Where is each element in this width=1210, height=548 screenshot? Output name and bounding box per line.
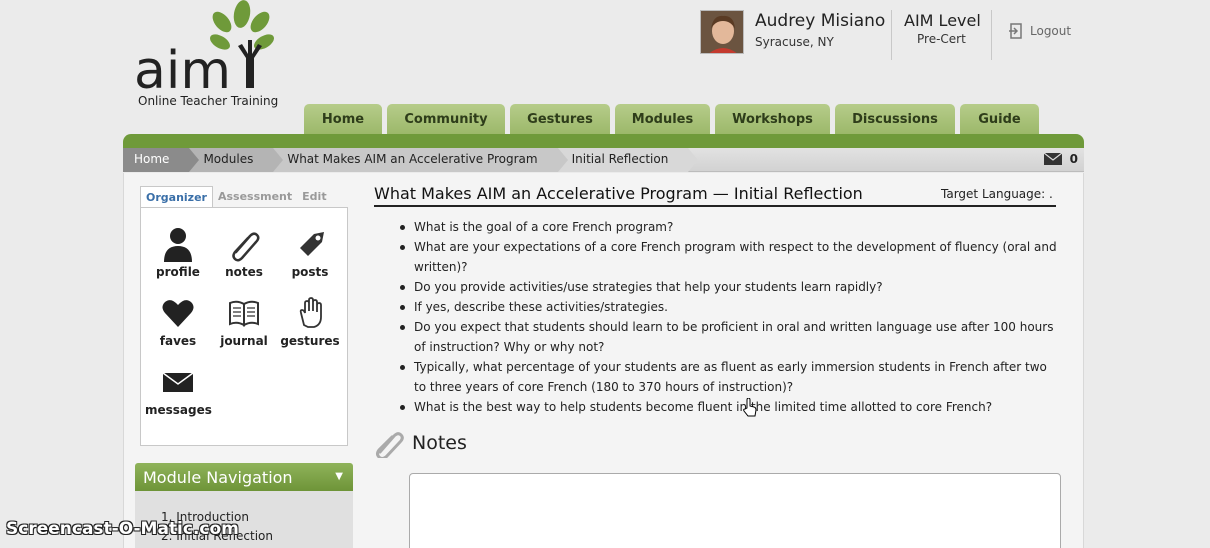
main-nav: Home Community Gestures Modules Workshop… [304,104,1039,134]
nav-tab-guide[interactable]: Guide [960,104,1039,134]
organizer-panel: Organizer Assessment Edit profile notes … [140,186,348,446]
module-navigation-header[interactable]: Module Navigation ▼ [135,463,353,491]
header-divider [891,10,892,60]
list-item: Do you expect that students should learn… [400,317,1059,357]
messages-indicator[interactable]: 0 [1043,152,1078,166]
tab-organizer[interactable]: Organizer [140,186,213,208]
message-count: 0 [1069,152,1078,166]
nav-tab-gestures[interactable]: Gestures [510,104,610,134]
logout-label: Logout [1030,24,1072,38]
organizer-box: profile notes posts faves journal gestur… [140,207,348,446]
paperclip-icon [376,432,404,458]
module-navigation-title: Module Navigation [143,468,293,487]
heart-icon [162,300,194,327]
collapse-arrow-icon[interactable]: ▼ [335,471,343,482]
nav-tab-discussions[interactable]: Discussions [835,104,955,134]
envelope-icon [1043,153,1062,165]
organizer-label: posts [291,265,329,279]
aim-level-value: Pre-Cert [917,32,966,46]
tab-assessment[interactable]: Assessment [213,186,297,208]
organizer-faves[interactable]: faves [145,295,211,348]
list-item: Do you provide activities/use strategies… [400,277,1059,297]
logout-button[interactable]: Logout [1008,23,1071,39]
hand-icon [299,297,322,328]
organizer-label: journal [220,334,268,348]
avatar[interactable] [700,10,744,54]
logout-icon [1009,23,1022,39]
nav-tab-workshops[interactable]: Workshops [715,104,830,134]
paperclip-icon [232,232,260,262]
profile-icon [164,228,192,262]
breadcrumb-separator [688,148,699,172]
organizer-profile[interactable]: profile [145,226,211,279]
title-divider [374,205,1056,207]
reflection-questions: What is the goal of a core French progra… [400,217,1059,417]
breadcrumb-label: Home [134,152,170,166]
target-language: Target Language: . [941,187,1053,201]
list-item: What is the goal of a core French progra… [400,217,1059,237]
aim-tree-logo-icon: aim [134,0,274,101]
user-location: Syracuse, NY [755,35,834,49]
user-photo-icon [701,11,743,53]
breadcrumb-current[interactable]: Initial Reflection [557,148,699,172]
envelope-icon [162,372,194,392]
logo-tagline: Online Teacher Training [138,94,279,108]
list-item: Typically, what percentage of your stude… [400,357,1059,397]
book-icon [229,300,259,327]
list-item: What is the best way to help students be… [400,397,1059,417]
organizer-label: gestures [280,334,340,348]
breadcrumb-separator [189,148,200,172]
notes-header: Notes [374,428,467,458]
aim-level-label: AIM Level [904,11,981,30]
hand-cursor-icon [743,398,757,417]
tab-edit[interactable]: Edit [297,186,331,208]
list-item: What are your expectations of a core Fre… [400,237,1059,277]
organizer-notes[interactable]: notes [211,226,277,279]
header-green-bar [123,134,1084,148]
organizer-messages[interactable]: messages [145,364,212,417]
breadcrumb-label: Modules [203,152,254,166]
notes-textarea[interactable] [409,473,1061,548]
svg-text:aim: aim [134,41,231,100]
organizer-label: notes [225,265,263,279]
page-title: What Makes AIM an Accelerative Program —… [374,184,863,203]
header-divider [991,10,992,60]
organizer-label: messages [145,403,212,417]
breadcrumb-label: What Makes AIM an Accelerative Program [287,152,538,166]
breadcrumb-separator [557,148,568,172]
breadcrumb-separator [273,148,284,172]
organizer-label: faves [159,334,197,348]
nav-tab-modules[interactable]: Modules [615,104,710,134]
organizer-gestures[interactable]: gestures [277,295,343,348]
notes-title: Notes [412,432,467,454]
nav-tab-community[interactable]: Community [387,104,505,134]
organizer-label: profile [156,265,200,279]
breadcrumb-label: Initial Reflection [571,152,669,166]
organizer-posts[interactable]: posts [277,226,343,279]
screencast-watermark: Screencast-O-Matic.com [6,519,239,539]
nav-tab-home[interactable]: Home [304,104,382,134]
organizer-journal[interactable]: journal [211,295,277,348]
user-name[interactable]: Audrey Misiano [755,11,885,31]
breadcrumb-module[interactable]: What Makes AIM an Accelerative Program [273,148,568,172]
list-item: If yes, describe these activities/strate… [400,297,1059,317]
breadcrumb-home[interactable]: Home [123,148,200,172]
breadcrumb: Home Modules What Makes AIM an Accelerat… [123,148,1084,172]
breadcrumb-modules[interactable]: Modules [189,148,284,172]
tag-icon [300,232,324,256]
